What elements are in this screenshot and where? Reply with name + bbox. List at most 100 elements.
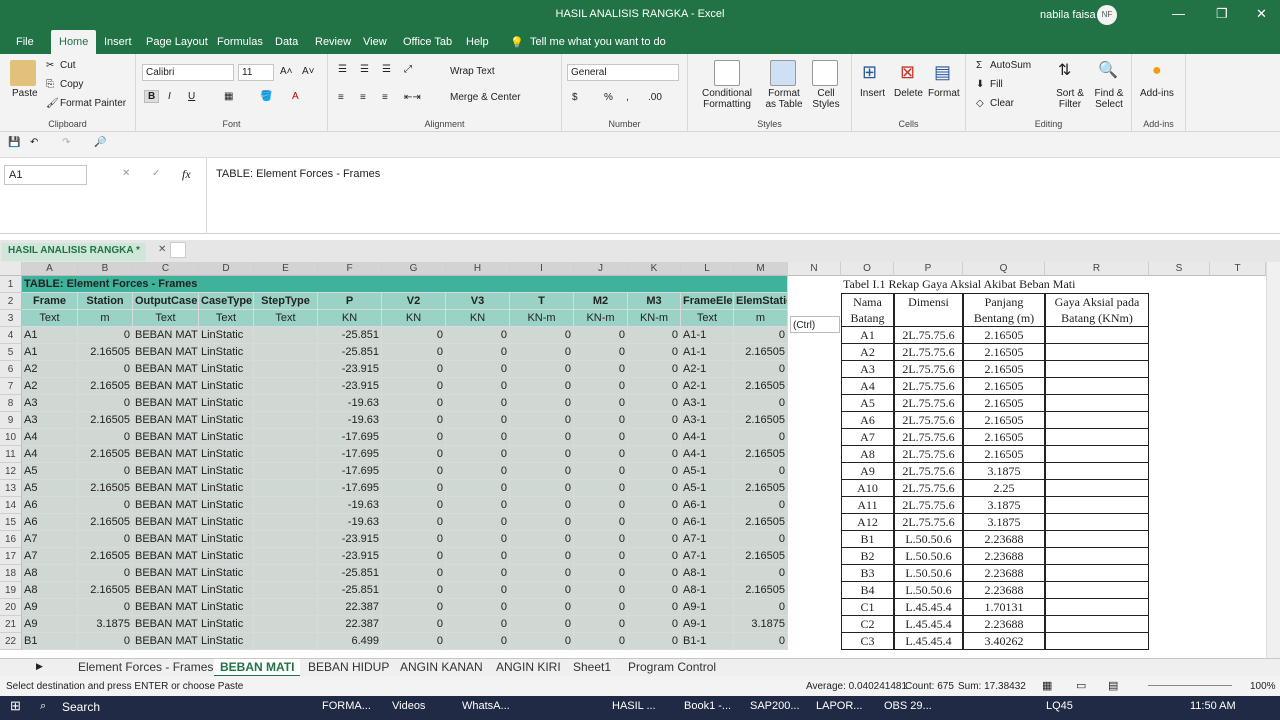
rekap-cell[interactable]: 2.16505 [963,395,1045,412]
taskbar-search[interactable]: Search [62,700,100,714]
table-cell[interactable]: 0 [510,429,574,446]
table-cell[interactable]: 0 [574,616,628,633]
table-cell[interactable]: 0 [628,395,681,412]
table-cell[interactable]: 0 [446,378,510,395]
table-unit-cell[interactable]: m [734,310,788,327]
rekap-cell[interactable] [1045,514,1149,531]
taskbar-item[interactable]: LAPOR... [816,700,862,712]
delete-button[interactable]: Delete [894,88,923,99]
table-cell[interactable]: -25.851 [318,582,382,599]
rekap-cell[interactable]: A8 [841,446,894,463]
table-cell[interactable]: 0 [78,599,133,616]
table-cell[interactable]: A9 [22,616,78,633]
rekap-cell[interactable]: A4 [841,378,894,395]
copy-button[interactable]: Copy [60,79,83,90]
normal-view-icon[interactable]: ▦ [1042,679,1052,692]
table-cell[interactable]: 0 [78,531,133,548]
table-cell[interactable]: -23.915 [318,378,382,395]
table-unit-cell[interactable]: KN-m [574,310,628,327]
table-cell[interactable]: 0 [574,599,628,616]
column-header[interactable]: I [510,262,574,276]
table-cell[interactable]: 0 [734,327,788,344]
table-cell[interactable]: A2 [22,361,78,378]
table-unit-cell[interactable]: KN-m [510,310,574,327]
bottom-align-icon[interactable]: ☰ [382,64,391,75]
tab-data[interactable]: Data [275,34,298,50]
table-cell[interactable]: -25.851 [318,344,382,361]
table-unit-cell[interactable]: Text [681,310,734,327]
rekap-cell[interactable] [1045,344,1149,361]
format-table-button[interactable]: Format as Table [762,88,806,110]
rekap-cell[interactable]: A1 [841,327,894,344]
tab-office-tab[interactable]: Office Tab [403,34,452,50]
rekap-cell[interactable] [1045,327,1149,344]
table-cell[interactable] [254,429,318,446]
rekap-cell[interactable]: 3.1875 [963,497,1045,514]
table-cell[interactable]: A5-1 [681,463,734,480]
italic-button[interactable]: I [168,91,171,102]
table-header-cell[interactable]: V2 [382,293,446,310]
sheet-tab[interactable]: ANGIN KIRI [490,659,567,677]
page-break-icon[interactable]: ▤ [1108,679,1118,692]
autosum-button[interactable]: AutoSum [990,60,1031,71]
table-cell[interactable]: 0 [628,497,681,514]
table-cell[interactable]: 2.16505 [734,480,788,497]
table-cell[interactable]: 3.1875 [734,616,788,633]
rekap-cell[interactable] [1045,633,1149,650]
table-cell[interactable]: 0 [446,599,510,616]
table-title[interactable]: TABLE: Element Forces - Frames [22,276,788,293]
table-cell[interactable]: -23.915 [318,361,382,378]
table-cell[interactable]: 0 [446,361,510,378]
zoom-slider[interactable] [1148,685,1232,686]
column-header[interactable]: L [681,262,734,276]
rekap-cell[interactable]: L.50.50.6 [894,548,963,565]
find-select-button[interactable]: Find & Select [1090,88,1128,110]
table-cell[interactable]: 0 [78,497,133,514]
row-header[interactable]: 10 [0,429,22,446]
rekap-cell[interactable]: 2.16505 [963,327,1045,344]
table-cell[interactable]: 0 [510,395,574,412]
table-cell[interactable]: 0 [382,395,446,412]
table-cell[interactable]: 2.16505 [78,412,133,429]
table-cell[interactable]: 2.16505 [78,480,133,497]
table-header-cell[interactable]: ElemStation [734,293,788,310]
table-cell[interactable]: B1-1 [681,633,734,650]
merge-center-button[interactable]: Merge & Center [450,92,521,103]
rekap-cell[interactable]: 2L.75.75.6 [894,344,963,361]
table-cell[interactable]: 0 [446,395,510,412]
rekap-header-cell[interactable]: Gaya Aksial pada Batang (KNm) [1045,293,1149,327]
table-cell[interactable]: 0 [628,548,681,565]
table-cell[interactable]: 0 [78,361,133,378]
borders-icon[interactable]: ▦ [224,91,233,102]
vertical-scrollbar[interactable] [1266,262,1280,658]
rekap-cell[interactable]: 2L.75.75.6 [894,446,963,463]
rekap-cell[interactable]: A5 [841,395,894,412]
taskbar-item[interactable]: Videos [392,700,425,712]
rekap-cell[interactable]: 2L.75.75.6 [894,361,963,378]
grow-font-button[interactable]: A˄ [280,66,293,77]
table-cell[interactable]: LinStatic [199,633,254,650]
font-size-select[interactable]: 11 [238,64,274,81]
row-header[interactable]: 2 [0,293,22,310]
table-cell[interactable]: A5 [22,463,78,480]
table-cell[interactable]: BEBAN MATI [133,633,199,650]
table-cell[interactable]: 0 [510,633,574,650]
rekap-cell[interactable]: L.50.50.6 [894,531,963,548]
rekap-cell[interactable] [1045,446,1149,463]
tab-insert[interactable]: Insert [104,34,132,50]
table-cell[interactable]: BEBAN MATI [133,361,199,378]
table-cell[interactable]: 0 [628,429,681,446]
table-cell[interactable] [254,514,318,531]
taskbar-item[interactable]: OBS 29... [884,700,932,712]
rekap-cell[interactable] [1045,582,1149,599]
table-cell[interactable]: 0 [510,361,574,378]
paste-options-button[interactable]: (Ctrl) [790,316,840,333]
table-cell[interactable]: A5 [22,480,78,497]
rekap-cell[interactable]: A9 [841,463,894,480]
rekap-cell[interactable] [1045,548,1149,565]
column-header[interactable]: D [199,262,254,276]
table-cell[interactable]: A3-1 [681,395,734,412]
close-doc-icon[interactable]: ✕ [158,244,166,255]
table-cell[interactable]: 0 [446,463,510,480]
table-cell[interactable]: 2.16505 [78,514,133,531]
